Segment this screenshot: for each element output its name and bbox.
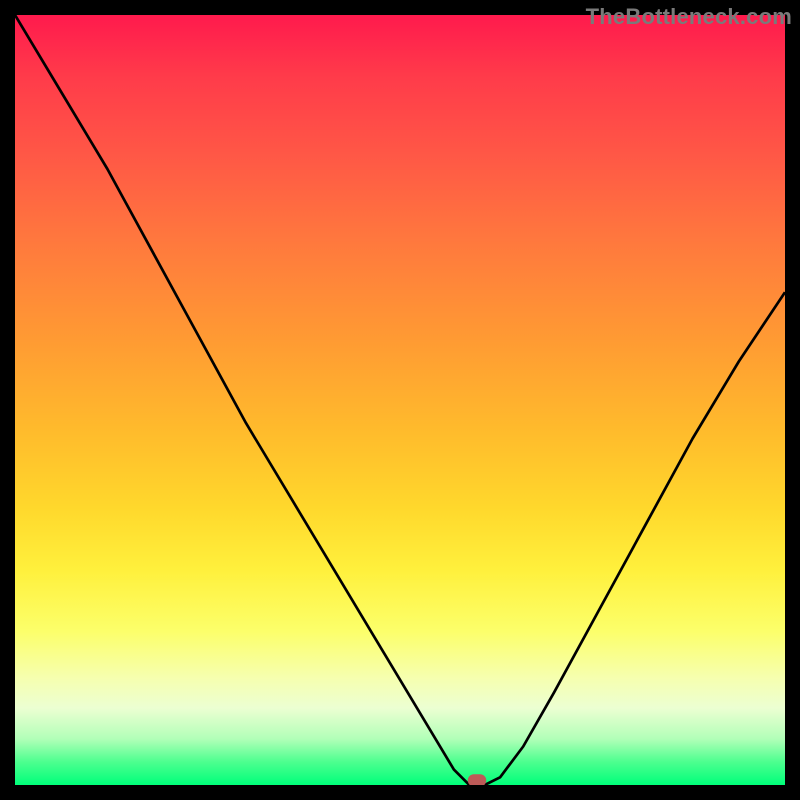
optimal-point-marker xyxy=(468,774,486,785)
plot-area xyxy=(15,15,785,785)
chart-svg xyxy=(15,15,785,785)
watermark-label: TheBottleneck.com xyxy=(586,4,792,30)
chart-container: TheBottleneck.com xyxy=(0,0,800,800)
bottleneck-curve xyxy=(15,15,785,785)
